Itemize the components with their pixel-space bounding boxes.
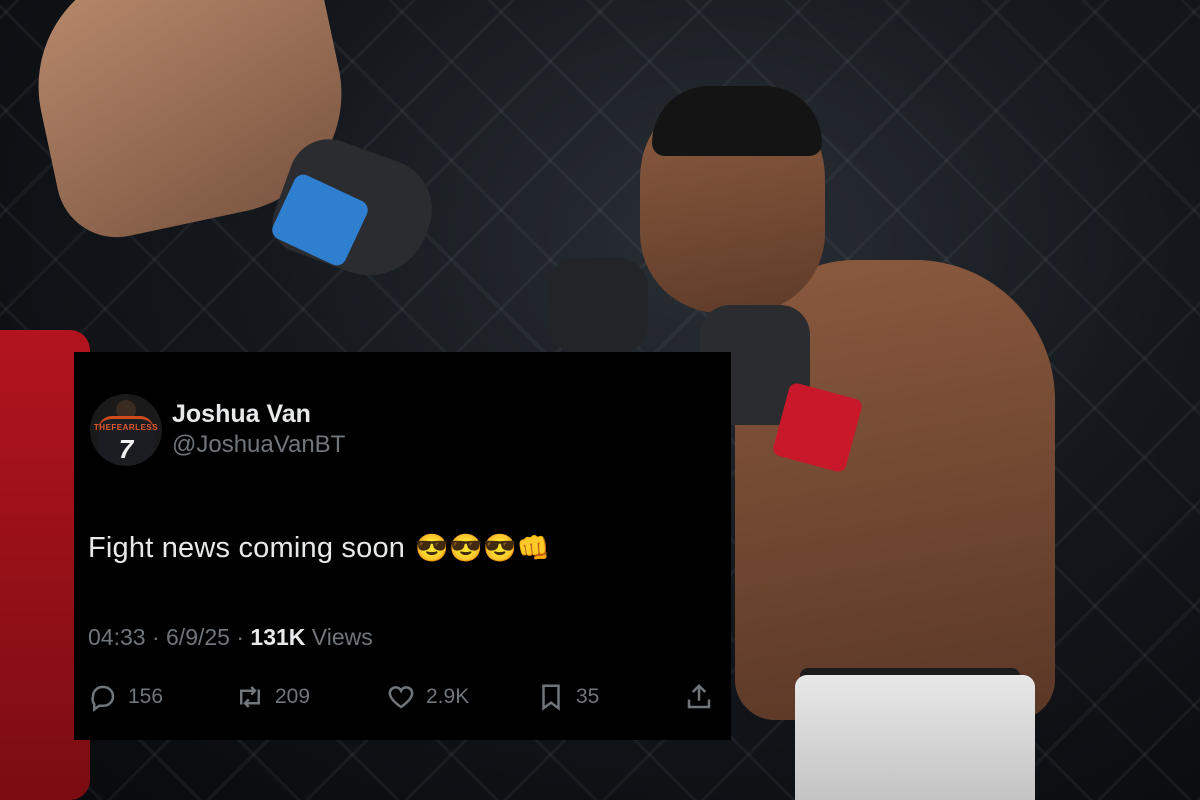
repost-icon	[240, 686, 260, 708]
views-label: Views	[311, 624, 373, 650]
tweet-text: Fight news coming soon	[88, 532, 406, 564]
fighter-hair	[652, 86, 822, 156]
bookmark-count: 35	[576, 685, 600, 708]
reply-button[interactable]: 156	[88, 682, 163, 712]
display-name[interactable]: Joshua Van	[172, 399, 345, 429]
tweet-author[interactable]: THEFEARLESS 7 Joshua Van @JoshuaVanBT	[90, 394, 345, 466]
share-button[interactable]	[684, 682, 724, 712]
reply-icon	[91, 685, 115, 712]
tweet-card: THEFEARLESS 7 Joshua Van @JoshuaVanBT Fi…	[74, 352, 731, 740]
bookmark-button[interactable]: 35	[536, 682, 599, 712]
repost-button[interactable]: 209	[235, 682, 310, 712]
repost-count: 209	[275, 685, 311, 708]
fighter-shorts	[795, 675, 1035, 800]
tweet-emojis: 😎😎😎👊	[415, 533, 551, 563]
like-count: 2.9K	[426, 685, 470, 708]
fighter-left-glove	[548, 258, 648, 353]
share-icon	[687, 683, 711, 709]
bookmark-icon	[542, 684, 560, 711]
views-count: 131K	[250, 624, 306, 650]
meta-separator: ·	[151, 624, 167, 650]
tweet-date[interactable]: 6/9/25	[166, 624, 230, 650]
meta-separator: ·	[236, 624, 251, 650]
tweet-time[interactable]: 04:33	[88, 624, 146, 650]
author-names: Joshua Van @JoshuaVanBT	[172, 399, 345, 461]
like-icon	[388, 686, 414, 709]
user-handle[interactable]: @JoshuaVanBT	[172, 429, 345, 461]
avatar[interactable]: THEFEARLESS 7	[90, 394, 162, 466]
like-button[interactable]: 2.9K	[386, 682, 469, 712]
reply-count: 156	[128, 685, 164, 708]
tweet-text-container: Fight news coming soon 😎😎😎👊	[88, 532, 551, 565]
avatar-jersey-text: THEFEARLESS	[93, 423, 159, 432]
avatar-jersey-number: 7	[118, 434, 134, 464]
action-bar: 156 209 2.9K 35	[88, 682, 718, 722]
tweet-meta: 04:33 · 6/9/25 · 131K Views	[88, 624, 373, 651]
